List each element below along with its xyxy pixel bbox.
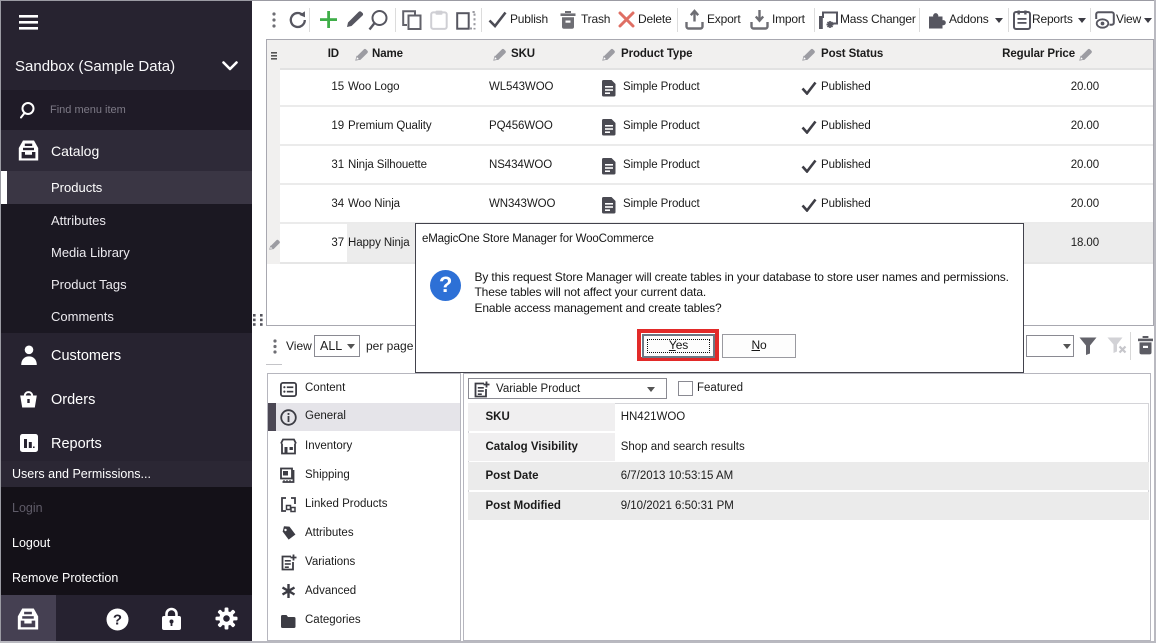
svg-text:?: ? <box>113 612 122 629</box>
